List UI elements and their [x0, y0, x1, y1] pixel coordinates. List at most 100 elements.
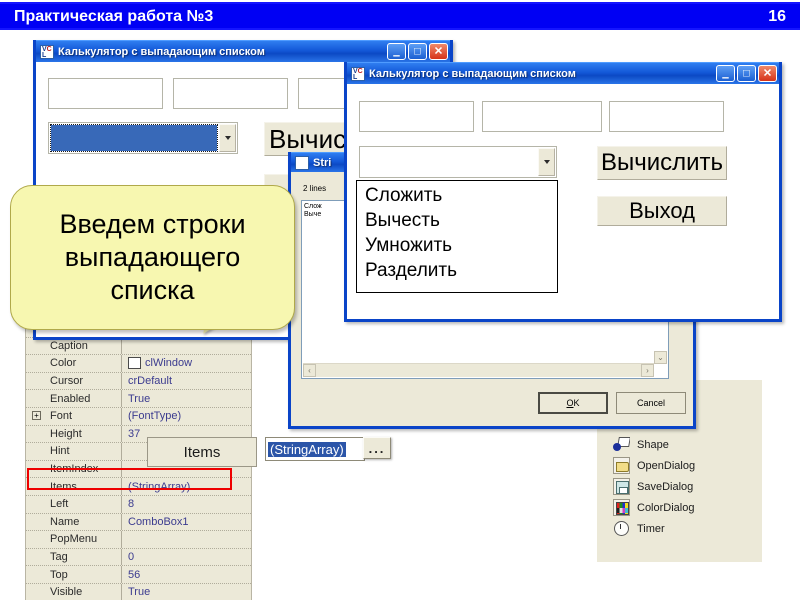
property-row[interactable]: Name ComboBox1 — [26, 513, 251, 532]
ok-label: OK — [566, 398, 579, 408]
close-icon-front: ✕ — [762, 67, 773, 79]
magnified-items-text: Items — [183, 443, 221, 461]
property-row[interactable]: Caption — [26, 337, 251, 356]
property-name: PopMenu — [26, 531, 122, 548]
palette-item[interactable]: SaveDialog — [597, 476, 762, 497]
palette-item[interactable]: Timer — [597, 518, 762, 539]
minimize-button-back[interactable]: – — [387, 43, 406, 61]
property-name: Enabled — [26, 390, 122, 407]
property-row[interactable]: Color clWindow — [26, 355, 251, 373]
calculate-button-front[interactable]: Вычислить — [597, 146, 727, 180]
palette-item-label: OpenDialog — [637, 459, 696, 472]
exit-label-front: Выход — [629, 198, 695, 223]
lines-count-label: 2 lines — [303, 184, 327, 193]
titlebar-buttons-back[interactable]: – □ ✕ — [387, 43, 448, 61]
palette-item-list: Shape OpenDialog SaveDialog ColorDialog Time… — [597, 434, 762, 539]
property-row[interactable]: Visible True — [26, 583, 251, 600]
property-value[interactable]: clWindow — [122, 357, 251, 370]
chevron-down-icon-front[interactable] — [538, 148, 555, 176]
property-value[interactable]: True — [122, 586, 251, 598]
memo-horizontal-scrollbar[interactable]: ‹ › — [303, 363, 654, 377]
close-button-back[interactable]: ✕ — [429, 43, 448, 60]
operation-combobox-front[interactable] — [359, 146, 557, 178]
property-value-text: 8 — [128, 498, 135, 511]
palette-item[interactable]: ColorDialog — [597, 497, 762, 518]
property-row[interactable]: Cursor crDefault — [26, 372, 251, 391]
scroll-down-button[interactable]: ⌄ — [654, 351, 667, 364]
memo-icon — [295, 155, 309, 170]
component-palette[interactable]: Shape OpenDialog SaveDialog ColorDialog Time… — [597, 432, 762, 560]
magnified-items-value[interactable]: (StringArray) — [265, 437, 365, 461]
property-name: Left — [26, 495, 122, 513]
property-row[interactable]: PopMenu — [26, 531, 251, 549]
result-field-front[interactable] — [609, 101, 724, 132]
property-value-text: (StringArray) — [128, 480, 191, 493]
expand-plus-icon[interactable]: + — [32, 410, 41, 420]
dropdown-item[interactable]: Сложить — [357, 183, 557, 208]
property-row[interactable]: Left 8 — [26, 495, 251, 514]
items-ellipsis-button[interactable]: ... — [363, 437, 391, 459]
window-title-front: Калькулятор с выпадающим списком — [369, 67, 576, 80]
property-value-text: True — [128, 586, 151, 599]
cancel-button[interactable]: Cancel — [616, 392, 686, 414]
property-value-text: crDefault — [128, 375, 173, 388]
dropdown-item[interactable]: Умножить — [357, 233, 557, 258]
minimize-button-front[interactable]: – — [716, 65, 735, 83]
maximize-button-back[interactable]: □ — [408, 43, 427, 60]
window-title-back: Калькулятор с выпадающим списком — [58, 45, 265, 58]
property-value[interactable]: 56 — [122, 569, 251, 581]
page-title: Практическая работа №3 — [14, 8, 214, 25]
ok-accel-letter: O — [566, 398, 574, 408]
property-value[interactable]: ComboBox1 — [122, 516, 251, 528]
property-value[interactable]: (StringArray) — [122, 481, 251, 493]
close-button-front[interactable]: ✕ — [758, 65, 777, 82]
scroll-right-icon: › — [646, 366, 649, 375]
slide-canvas: Практическая работа №3 16 red CaptionCol… — [0, 0, 800, 600]
vcl-icon: VC L — [40, 44, 54, 59]
ok-rest: K — [573, 398, 580, 408]
open-dialog-icon — [613, 457, 630, 474]
operation-dropdown-list[interactable]: Сложить Вычесть Умножить Разделить — [356, 180, 558, 293]
instruction-callout: Введем строки выпадающего списка — [10, 185, 295, 330]
cancel-label: Cancel — [636, 398, 665, 408]
palette-item-label: Timer — [637, 522, 665, 535]
property-row[interactable]: Enabled True — [26, 390, 251, 408]
titlebar-front[interactable]: VC L Калькулятор с выпадающим списком – □… — [347, 62, 779, 84]
property-row[interactable]: Top 56 — [26, 566, 251, 584]
chevron-down-icon-back[interactable] — [219, 124, 236, 152]
property-row[interactable]: Items (StringArray) — [26, 478, 251, 496]
palette-item-label: SaveDialog — [637, 480, 694, 493]
combobox-selection-highlight — [50, 124, 218, 152]
property-value[interactable]: crDefault — [122, 375, 251, 387]
dropdown-item[interactable]: Вычесть — [357, 208, 557, 233]
operand2-field-front[interactable] — [482, 101, 602, 132]
operation-combobox-back[interactable] — [48, 122, 238, 154]
operand2-field-back[interactable] — [173, 78, 288, 109]
property-value[interactable]: True — [122, 393, 251, 405]
exit-button-front[interactable]: Выход — [597, 196, 727, 226]
maximize-button-front[interactable]: □ — [737, 65, 756, 82]
titlebar-buttons-front[interactable]: – □ ✕ — [716, 65, 777, 83]
property-value[interactable]: 0 — [122, 551, 251, 563]
palette-item[interactable]: OpenDialog — [597, 455, 762, 476]
property-value[interactable]: (FontType) — [122, 410, 251, 422]
ok-button[interactable]: OK — [538, 392, 608, 414]
maximize-icon-front: □ — [743, 67, 750, 79]
palette-item-label: Shape — [637, 438, 669, 451]
maximize-icon: □ — [414, 45, 421, 57]
property-value[interactable]: 8 — [122, 498, 251, 510]
scroll-right-button[interactable]: › — [641, 364, 654, 377]
scroll-left-button[interactable]: ‹ — [303, 364, 316, 377]
property-name: Caption — [26, 337, 122, 355]
property-row[interactable]: Tag 0 — [26, 548, 251, 567]
save-dialog-icon — [613, 478, 630, 495]
property-name: Items — [26, 478, 122, 495]
dropdown-item[interactable]: Разделить — [357, 258, 557, 283]
operand1-field-front[interactable] — [359, 101, 474, 132]
operand1-field-back[interactable] — [48, 78, 163, 109]
property-name: Height — [26, 425, 122, 443]
titlebar-back[interactable]: VC L Калькулятор с выпадающим списком – □… — [36, 40, 450, 62]
palette-item[interactable]: Shape — [597, 434, 762, 455]
shape-icon — [613, 436, 630, 453]
property-row[interactable]: + Font (FontType) — [26, 407, 251, 426]
